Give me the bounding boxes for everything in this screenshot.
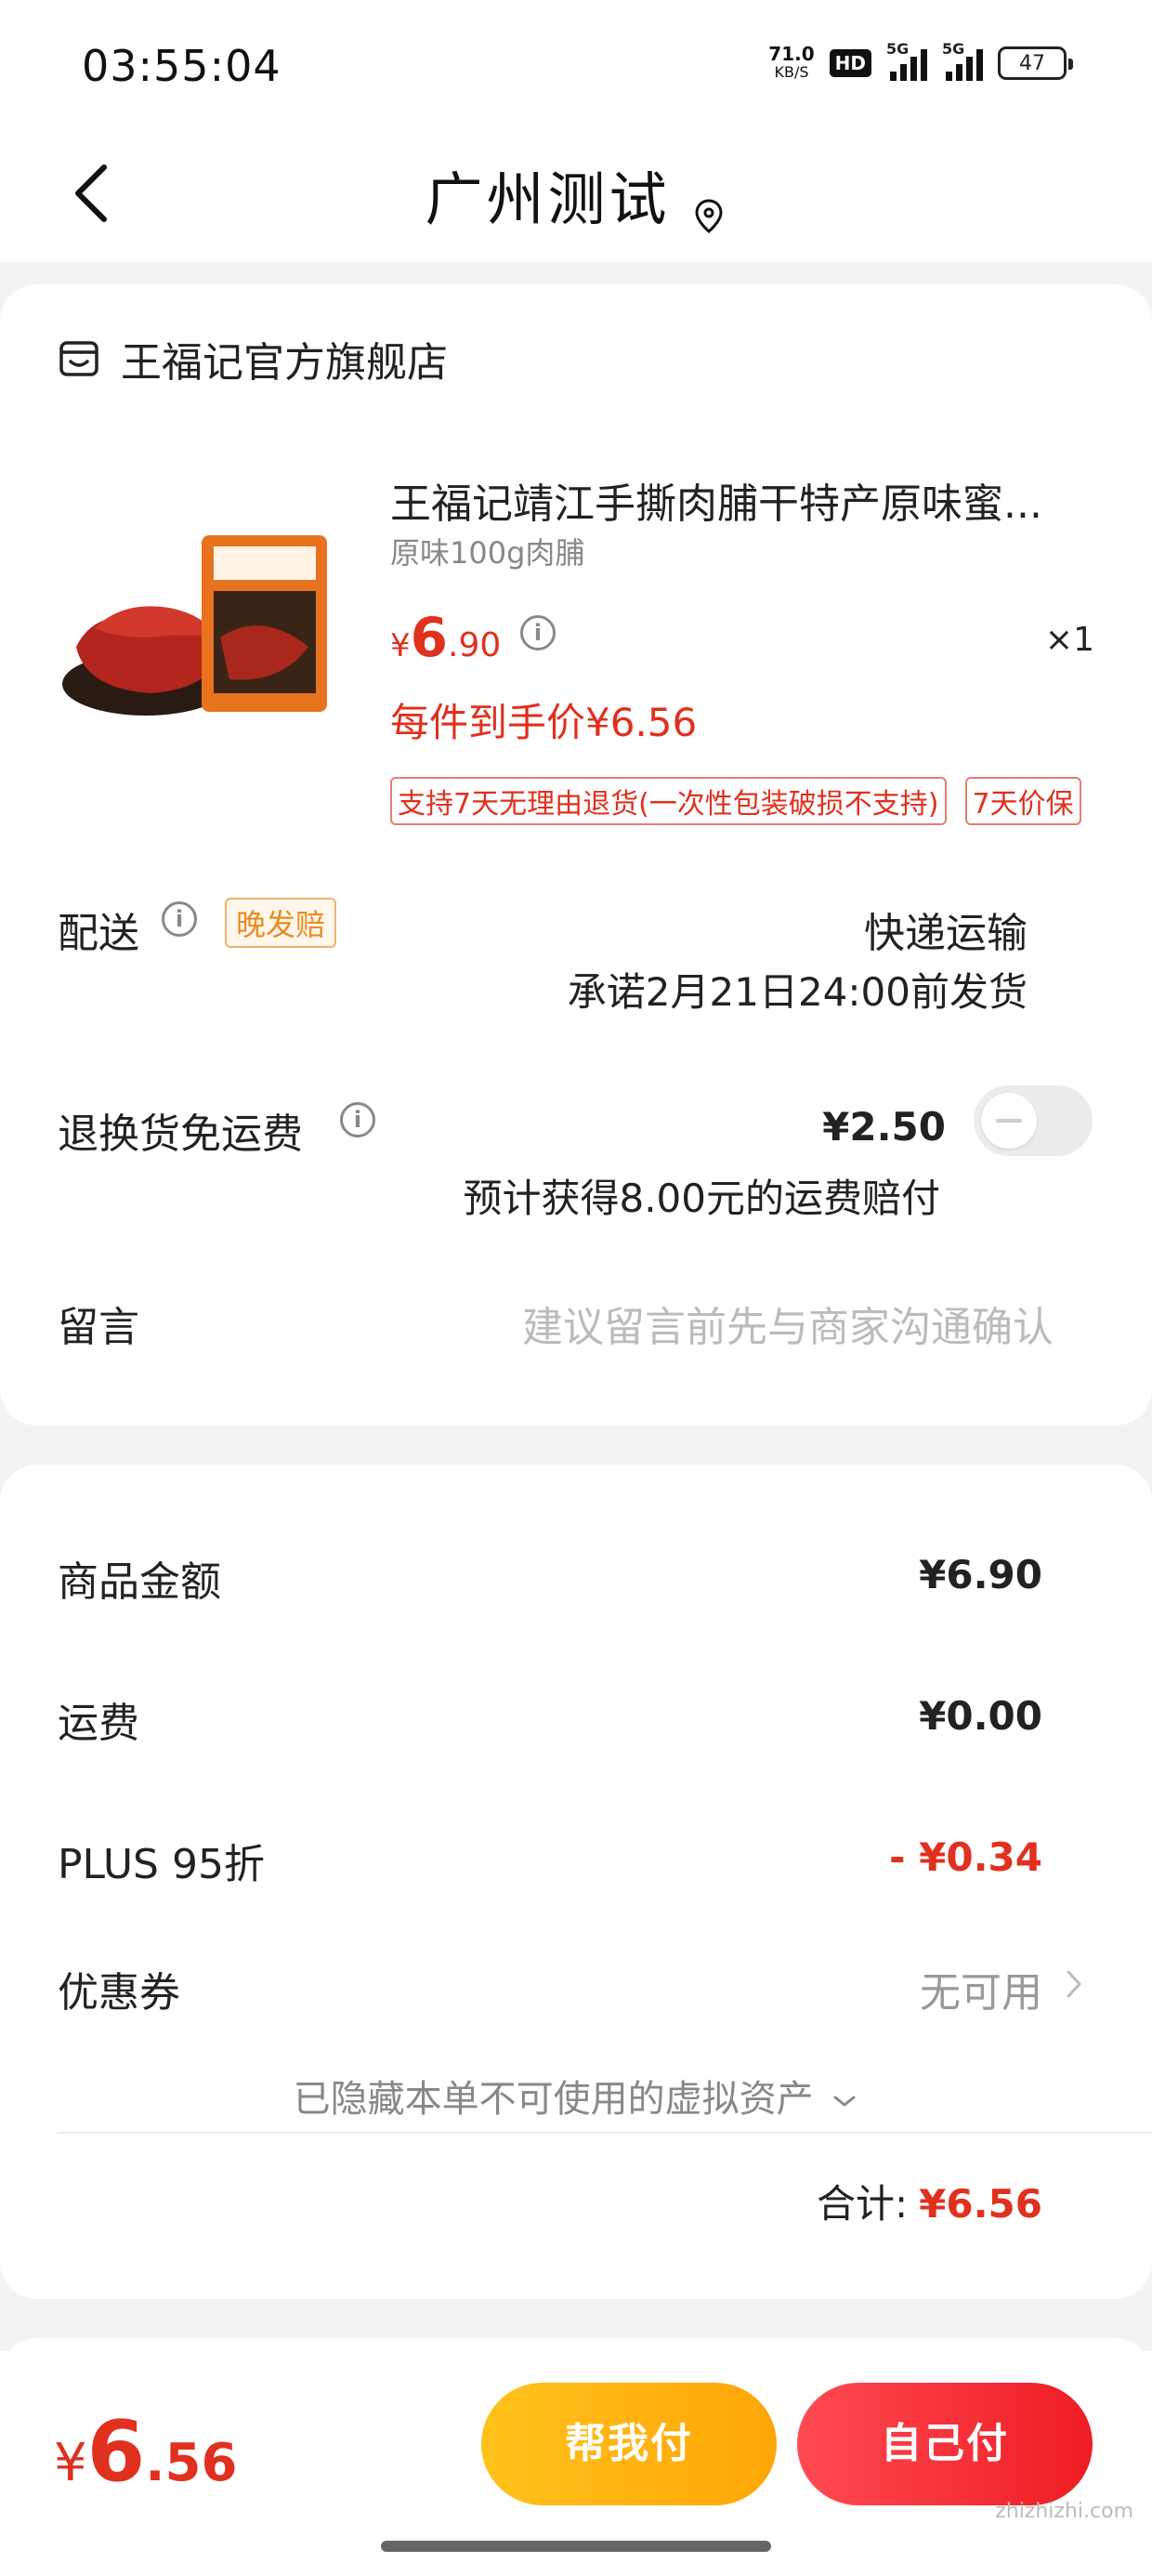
- price-decimal: .90: [448, 626, 502, 664]
- signal-icon: 5G: [942, 40, 983, 81]
- coupon-value[interactable]: 无可用: [920, 1959, 1042, 2018]
- goods-amount-value: ¥6.90: [919, 1552, 1042, 1597]
- coupon-label: 优惠券: [58, 1969, 180, 2017]
- home-indicator[interactable]: [381, 2541, 771, 2552]
- hd-icon: HD: [829, 49, 871, 77]
- page-title: 广州测试: [425, 165, 671, 233]
- hidden-assets-text: 已隐藏本单不可使用的虚拟资产: [293, 2078, 814, 2121]
- delivery-promise: 承诺2月21日24:00前发货: [567, 969, 1028, 1015]
- goods-amount-label: 商品金额: [58, 1558, 221, 1606]
- status-bar: 03:55:04 71.0 KB/S HD 5G 5G 47: [0, 0, 1152, 130]
- product-quantity: ×1: [1044, 621, 1094, 659]
- battery-icon: 47: [998, 46, 1073, 80]
- hidden-assets-toggle[interactable]: 已隐藏本单不可使用的虚拟资产: [0, 2069, 1152, 2123]
- divider: [58, 2132, 1152, 2134]
- status-time: 03:55:04: [82, 41, 281, 91]
- plus-discount-label: PLUS 95折: [58, 1841, 265, 1888]
- signal-icon: 5G: [886, 40, 927, 81]
- return-shipping-compensation: 预计获得8.00元的运费赔付: [463, 1176, 940, 1221]
- product-title[interactable]: 王福记靖江手撕肉脯干特产原味蜜...: [390, 470, 1059, 530]
- signal-label: 5G: [942, 40, 965, 58]
- chevron-down-icon: [833, 2096, 856, 2107]
- return-shipping-toggle[interactable]: [974, 1085, 1093, 1156]
- product-image[interactable]: [58, 498, 336, 758]
- watermark: zhizhizhi.com: [995, 2500, 1133, 2523]
- signal-label: 5G: [886, 40, 910, 58]
- service-tags: 支持7天无理由退货(一次性包装破损不支持) 7天价保: [390, 777, 1081, 825]
- deal-price: 每件到手价¥6.56: [390, 700, 698, 745]
- order-item-card: 王福记官方旗舰店 王福记靖江手撕肉脯干特产原味蜜... 原味100g肉脯 ¥6.…: [0, 284, 1152, 1426]
- product-price: ¥6.90: [390, 606, 501, 669]
- return-shipping-label: 退换货免运费: [58, 1111, 303, 1158]
- return-policy-tag[interactable]: 支持7天无理由退货(一次性包装破损不支持): [390, 777, 947, 825]
- self-pay-button[interactable]: 自己付: [797, 2383, 1093, 2505]
- price-protect-tag[interactable]: 7天价保: [964, 777, 1081, 825]
- shipping-fee-label: 运费: [58, 1700, 139, 1747]
- order-total: 合计: ¥6.56: [817, 2173, 1042, 2229]
- location-pin-icon: [695, 198, 723, 233]
- bottom-total-price: ¥6.56: [54, 2403, 237, 2501]
- status-icons: 71.0 KB/S HD 5G 5G 47: [768, 40, 1073, 82]
- fee-summary-card: 商品金额 ¥6.90 运费 ¥0.00 PLUS 95折 - ¥0.34 优惠券…: [0, 1465, 1152, 2299]
- bottom-currency: ¥: [54, 2433, 87, 2493]
- battery-level: 47: [1019, 51, 1045, 75]
- bottom-pay-bar: ¥6.56 帮我付 自己付 zhizhizhi.com: [0, 2351, 1152, 2576]
- store-header[interactable]: 王福记官方旗舰店: [58, 329, 448, 388]
- price-integer: 6: [410, 606, 448, 669]
- price-currency: ¥: [390, 627, 411, 664]
- store-icon: [59, 341, 98, 376]
- toggle-knob: [981, 1093, 1037, 1149]
- delivery-label: 配送: [58, 910, 139, 957]
- network-speed-value: 71.0: [768, 43, 815, 65]
- total-value: ¥6.56: [919, 2181, 1042, 2227]
- header-title-area[interactable]: 广州测试: [0, 152, 1152, 236]
- product-spec[interactable]: 原味100g肉脯: [390, 530, 584, 572]
- network-speed-unit: KB/S: [774, 63, 809, 81]
- delivery-info-icon[interactable]: i: [162, 901, 197, 937]
- header: 广州测试: [0, 130, 1152, 262]
- return-shipping-info-icon[interactable]: i: [340, 1102, 375, 1137]
- price-info-icon[interactable]: i: [520, 615, 556, 651]
- late-compensation-badge[interactable]: 晚发赔: [225, 898, 337, 948]
- message-label: 留言: [58, 1304, 139, 1351]
- store-name: 王福记官方旗舰店: [121, 339, 448, 387]
- network-speed: 71.0 KB/S: [768, 45, 814, 82]
- return-shipping-price: ¥2.50: [822, 1104, 946, 1150]
- plus-discount-value: - ¥0.34: [889, 1834, 1042, 1880]
- message-input[interactable]: 建议留言前先与商家沟通确认: [522, 1294, 1054, 1353]
- bottom-amount-integer: 6: [86, 2403, 146, 2501]
- total-label: 合计:: [816, 2181, 909, 2227]
- delivery-method[interactable]: 快递运输: [864, 900, 1028, 959]
- bottom-amount-decimal: .56: [145, 2433, 238, 2493]
- help-pay-button[interactable]: 帮我付: [481, 2383, 777, 2505]
- shipping-fee-value: ¥0.00: [919, 1693, 1042, 1739]
- chevron-right-icon[interactable]: [1065, 1968, 1083, 2000]
